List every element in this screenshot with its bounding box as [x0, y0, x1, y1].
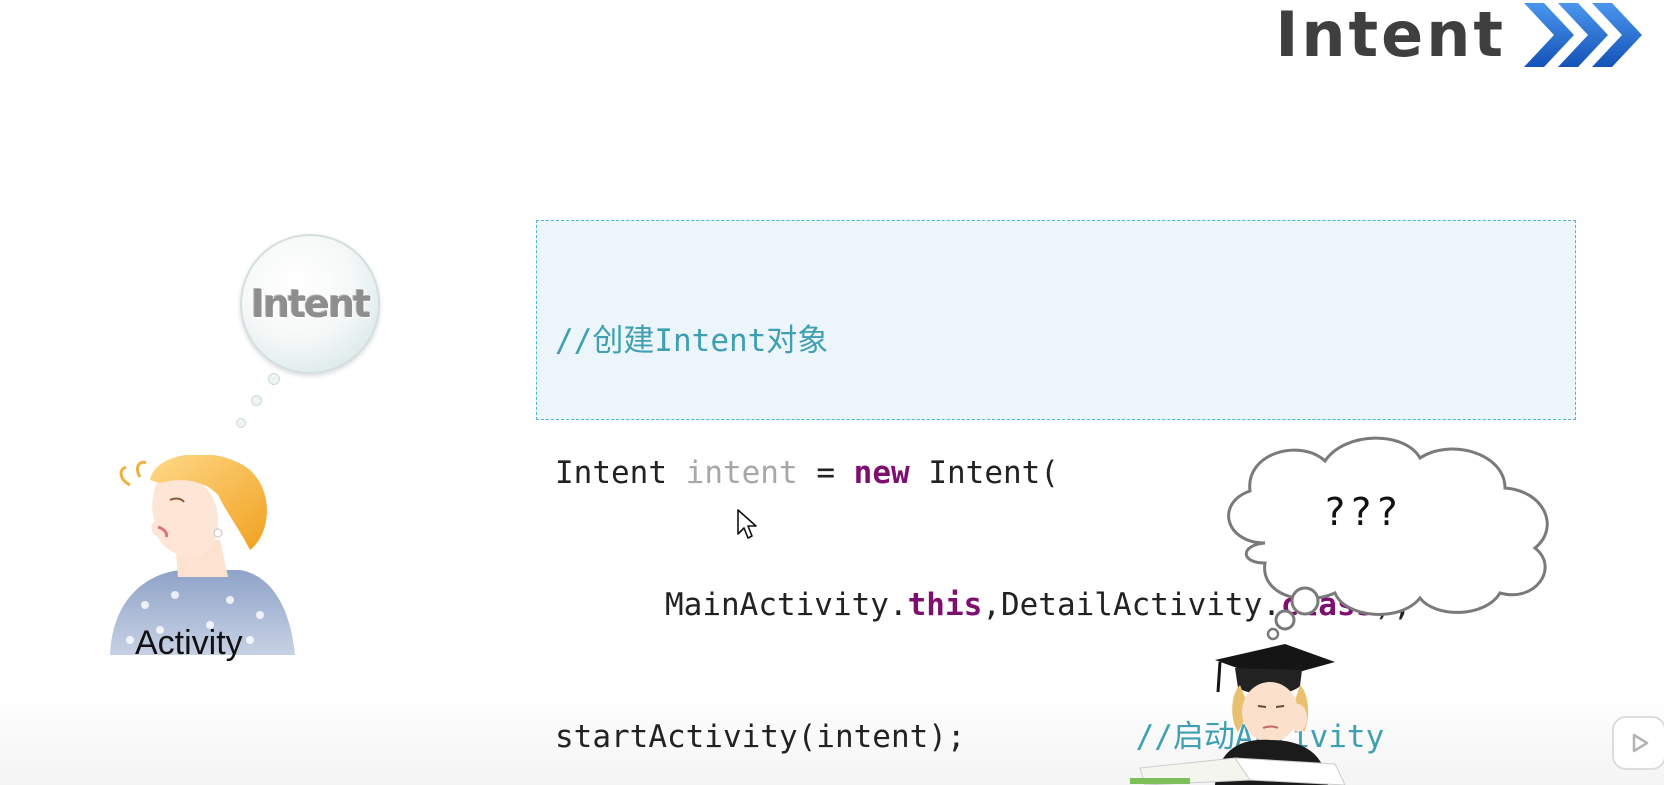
bubble-dot	[251, 395, 262, 406]
code-call: startActivity(intent);	[555, 719, 966, 755]
activity-label: Activity	[135, 624, 243, 662]
code-constructor: Intent(	[928, 455, 1059, 491]
slide: Intent //创建Intent对象 Intent intent = new …	[0, 0, 1664, 785]
student-illustration	[1130, 644, 1346, 785]
code-type: Intent	[555, 455, 667, 491]
question-marks: ???	[1325, 490, 1404, 534]
slide-title: Intent	[1275, 0, 1506, 71]
code-keyword-this: this	[907, 587, 983, 623]
bubble-dot	[236, 418, 246, 428]
code-line-1: //创建Intent对象	[555, 319, 1557, 363]
intent-bubble-label: Intent	[250, 282, 371, 326]
code-line-4: startActivity(intent);//启动Activity	[555, 715, 1557, 759]
play-button[interactable]	[1612, 716, 1664, 770]
triple-chevron-right-icon	[1524, 3, 1642, 67]
code-arg-main: MainActivity.	[665, 587, 908, 623]
intent-bubble: Intent	[240, 234, 380, 374]
play-icon	[1632, 733, 1649, 753]
code-operator: =	[816, 455, 835, 491]
slide-header: Intent	[1275, 0, 1644, 70]
code-comment: //创建Intent对象	[555, 323, 829, 359]
code-variable: intent	[685, 455, 798, 491]
code-snippet: //创建Intent对象 Intent intent = new Intent(…	[536, 220, 1576, 755]
mouse-pointer-icon	[737, 509, 757, 539]
bubble-dot	[268, 373, 280, 385]
thought-cloud	[1227, 436, 1549, 641]
code-keyword-new: new	[853, 455, 910, 491]
